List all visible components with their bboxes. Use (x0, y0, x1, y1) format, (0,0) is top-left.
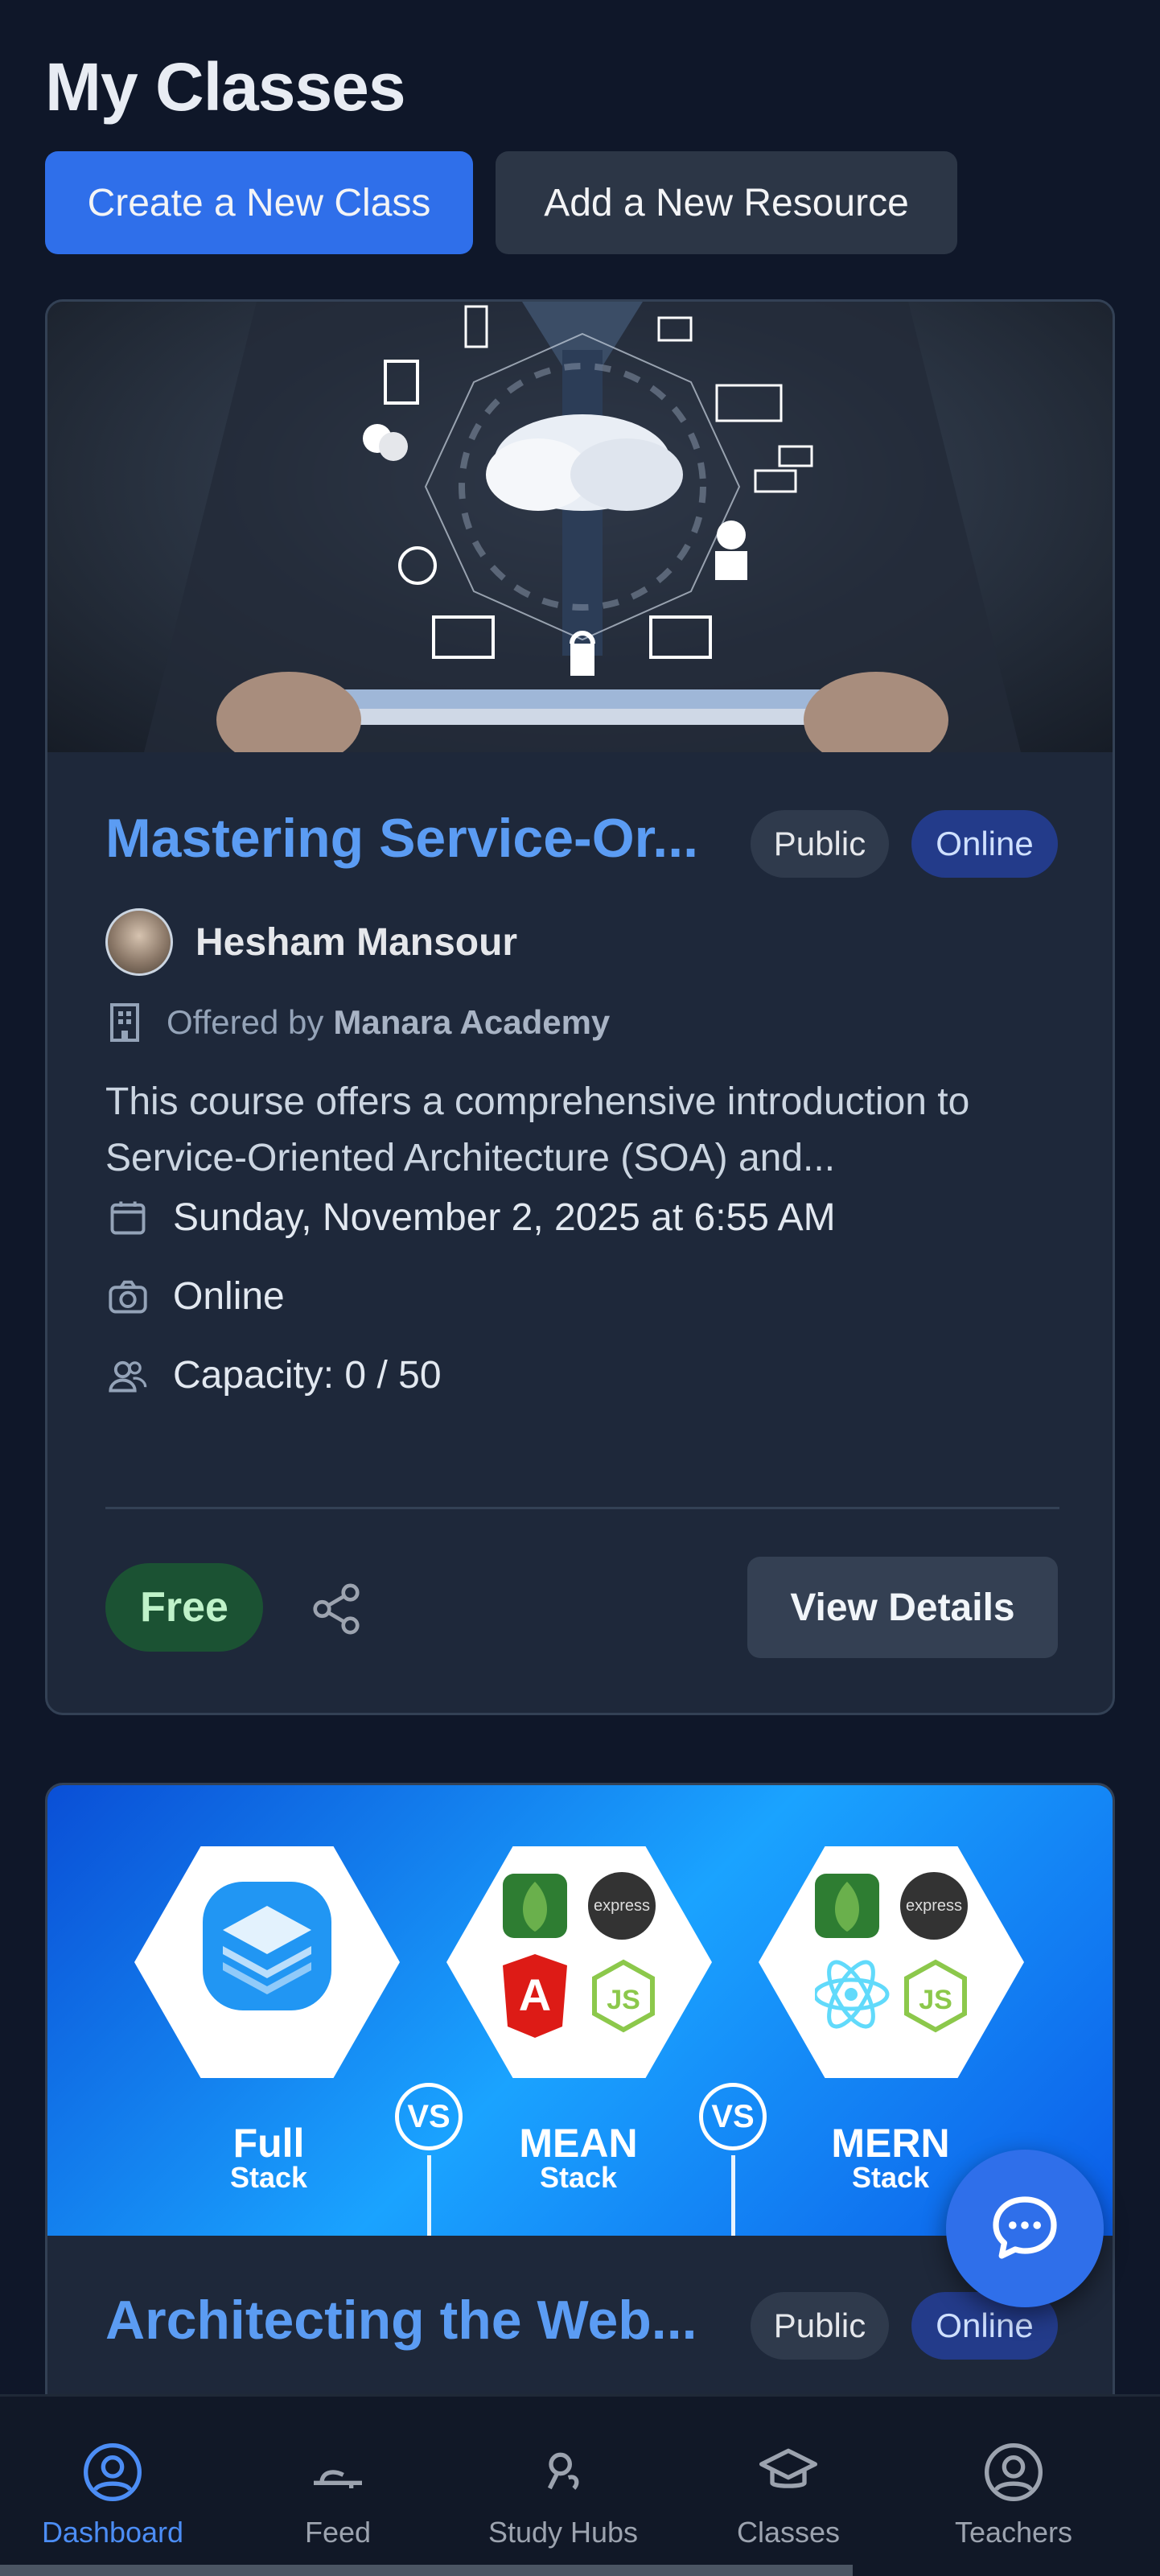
camera-icon (105, 1274, 150, 1319)
calendar-icon (105, 1195, 150, 1240)
stack-label-big: MEAN (519, 2121, 638, 2166)
vs-badge: VS (395, 2083, 463, 2150)
svg-text:JS: JS (607, 1985, 640, 2015)
avatar (105, 908, 173, 976)
create-class-button[interactable]: Create a New Class (45, 151, 473, 254)
nav-label: Dashboard (41, 2516, 184, 2549)
class-datetime: Sunday, November 2, 2025 at 6:55 AM (105, 1195, 836, 1240)
class-cover-image (47, 302, 1113, 752)
offered-by: Offered by Manara Academy (105, 1002, 610, 1043)
divider-line (731, 2155, 735, 2236)
stack-label-mean: MEAN Stack (506, 2123, 651, 2192)
nav-study-hubs[interactable]: Study Hubs (450, 2397, 676, 2576)
stack-label-small: Stack (229, 2161, 308, 2194)
visibility-badge: Public (751, 2292, 889, 2360)
home-indicator (0, 2565, 853, 2576)
class-title[interactable]: Mastering Service-Or... (105, 807, 698, 870)
location-text: Online (173, 1274, 285, 1318)
svg-text:express: express (594, 1897, 650, 1915)
teacher-name: Hesham Mansour (195, 920, 518, 964)
price-badge: Free (105, 1563, 263, 1652)
divider-line (427, 2155, 431, 2236)
class-location: Online (105, 1274, 285, 1319)
divider (105, 1507, 1059, 1509)
view-details-button[interactable]: View Details (747, 1557, 1058, 1658)
stack-label-mern: MERN Stack (818, 2123, 963, 2192)
class-cover-image: express A JS express JS VS VS Full Stack… (47, 1785, 1113, 2236)
mean-logos-icon: express A JS (503, 1872, 656, 2038)
stack-label-full: Full Stack (200, 2123, 337, 2192)
add-resource-button[interactable]: Add a New Resource (496, 151, 957, 254)
nav-feed[interactable]: Feed (225, 2397, 450, 2576)
user-circle-icon (985, 2443, 1043, 2501)
capacity-text: Capacity: 0 / 50 (173, 1353, 442, 1397)
stack-label-big: Full (232, 2121, 305, 2166)
user-circle-icon (84, 2443, 142, 2501)
mern-logos-icon: express JS (815, 1872, 968, 2033)
chat-bubble-icon (993, 2196, 1057, 2259)
class-capacity: Capacity: 0 / 50 (105, 1352, 442, 1397)
offered-prefix: Offered by (167, 1003, 324, 1041)
academy-name[interactable]: Manara Academy (333, 1003, 610, 1042)
nav-label: Study Hubs (487, 2516, 639, 2549)
svg-text:express: express (906, 1897, 962, 1915)
class-title[interactable]: Architecting the Web... (105, 2289, 697, 2352)
cloud-network-illustration (144, 302, 1021, 752)
page: My Classes Create a New Class Add a New … (0, 0, 1160, 2576)
nav-label: Feed (304, 2516, 372, 2549)
mode-badge: Online (911, 810, 1058, 878)
nav-label: Classes (736, 2516, 841, 2549)
nav-teachers[interactable]: Teachers (901, 2397, 1126, 2576)
svg-text:JS: JS (919, 1985, 952, 2015)
teacher-info[interactable]: Hesham Mansour (105, 908, 517, 976)
building-icon (110, 1003, 139, 1042)
nav-classes[interactable]: Classes (676, 2397, 901, 2576)
class-description: This course offers a comprehensive intro… (105, 1080, 970, 1179)
feed-icon (314, 2470, 362, 2488)
graduation-cap-icon (759, 2448, 817, 2488)
visibility-badge: Public (751, 810, 889, 878)
nav-label: Teachers (954, 2516, 1073, 2549)
users-icon (105, 1352, 150, 1397)
bottom-nav: Dashboard Feed Study Hubs Classes Teache… (0, 2394, 1160, 2576)
study-hubs-icon (547, 2452, 579, 2490)
stack-label-big: MERN (831, 2121, 950, 2166)
vs-badge: VS (699, 2083, 767, 2150)
nav-dashboard[interactable]: Dashboard (0, 2397, 225, 2576)
stack-label-small: Stack (851, 2161, 930, 2194)
datetime-text: Sunday, November 2, 2025 at 6:55 AM (173, 1195, 836, 1239)
svg-text:A: A (519, 1969, 551, 2020)
chat-button[interactable] (946, 2150, 1104, 2307)
share-icon[interactable] (308, 1581, 364, 1637)
stack-label-small: Stack (539, 2161, 618, 2194)
class-card[interactable]: Mastering Service-Or... Public Online He… (45, 299, 1115, 1715)
layers-icon (203, 1882, 331, 2010)
page-title: My Classes (45, 49, 406, 125)
